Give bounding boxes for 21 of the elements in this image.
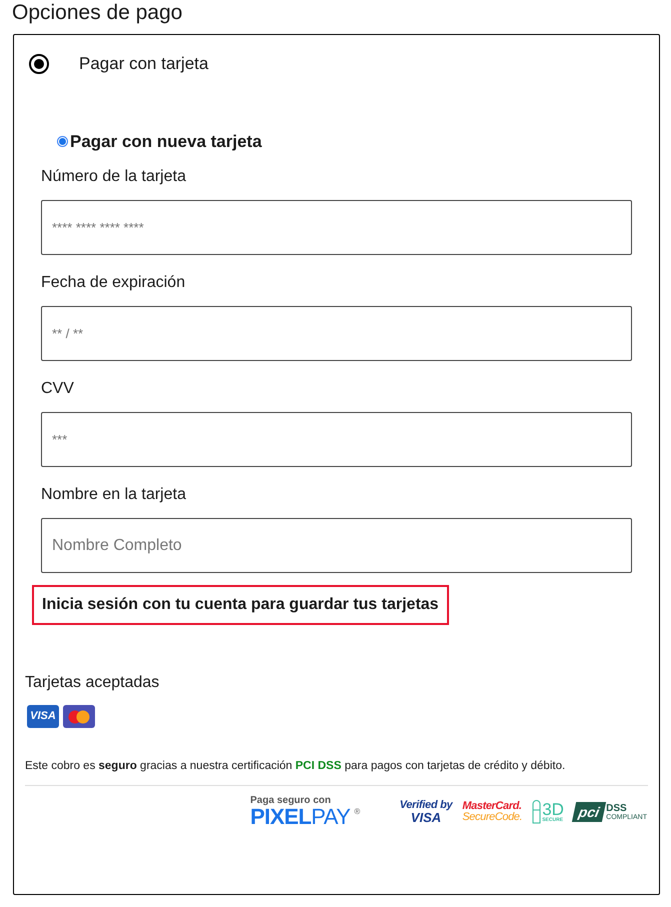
security-note: Este cobro es seguro gracias a nuestra certificación PCI DSS para pagos con tarjetas de crédito y débito. (24, 759, 566, 774)
field-label: Fecha de expiración (41, 273, 186, 293)
option-label: Pagar con nueva tarjeta (70, 130, 262, 153)
verified-by-visa-logo: Verified by VISA (400, 800, 452, 824)
login-notice[interactable]: Inicia sesión con tu cuenta para guardar tus tarjetas (32, 585, 449, 625)
input-field[interactable]: Nombre Completo (41, 518, 632, 573)
pixelpay-logo: Paga seguro con PIXELPAY ® (250, 796, 360, 828)
radio-button[interactable] (57, 136, 68, 147)
input-field[interactable]: ** / ** (41, 306, 632, 361)
mastercard-securecode-logo: MasterCard. SecureCode. (462, 801, 522, 824)
field-label: Nombre en la tarjeta (41, 485, 187, 505)
mastercard-logo (63, 705, 95, 728)
page-title: Opciones de pago (11, 0, 184, 26)
input-field[interactable]: **** **** **** **** (41, 200, 632, 255)
visa-card-logo: VISA (27, 705, 59, 728)
field-label: CVV (41, 379, 75, 399)
radio-button[interactable] (29, 54, 49, 74)
option-label: Pagar con tarjeta (79, 53, 208, 75)
input-field[interactable]: *** (41, 412, 632, 467)
section-heading: Tarjetas aceptadas (24, 673, 160, 693)
field-label: Número de la tarjeta (41, 167, 187, 187)
